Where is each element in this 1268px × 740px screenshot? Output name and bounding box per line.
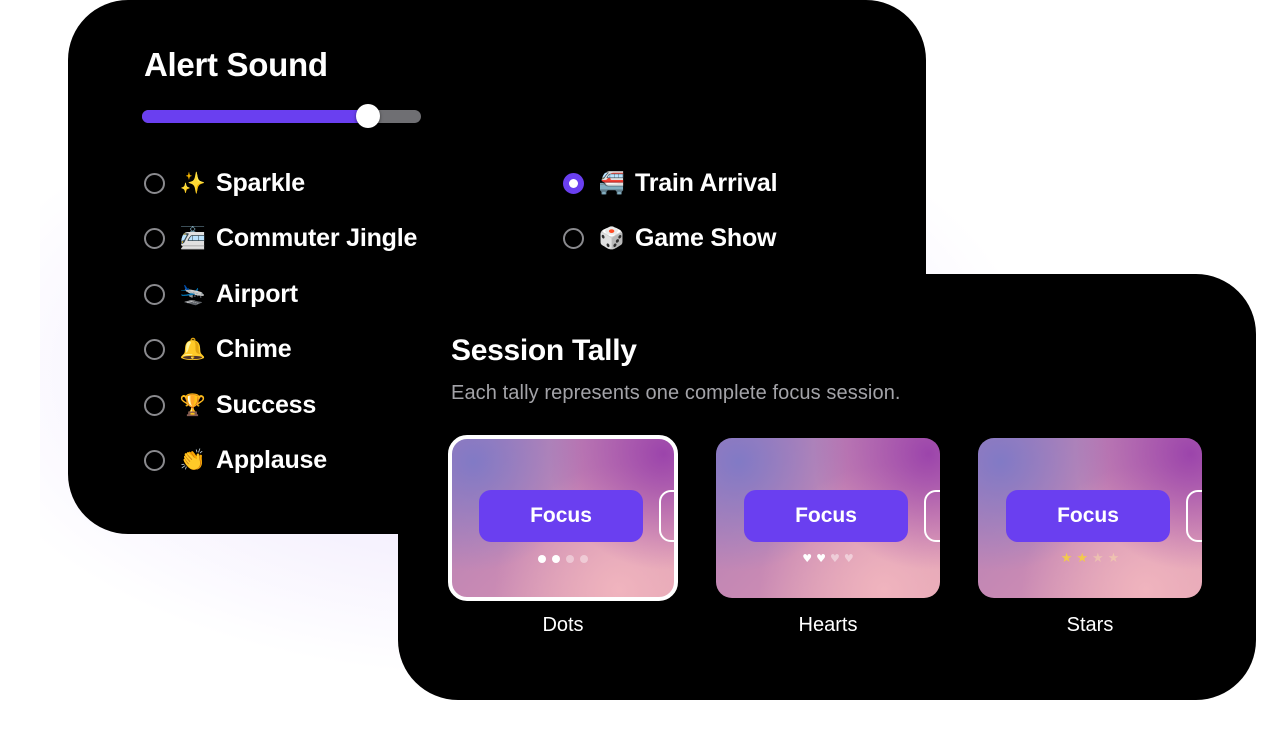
radio-button[interactable] xyxy=(144,338,165,360)
tally-style-label: Hearts xyxy=(798,614,858,636)
star-icon: ★ xyxy=(1107,551,1120,566)
tally-preview: Focus xyxy=(448,435,678,601)
secondary-button-preview xyxy=(659,490,675,542)
tally-marks: ★ ★ ★ ★ xyxy=(978,552,1202,566)
sound-option-label: Game Show xyxy=(635,223,777,252)
star-icon: ★ xyxy=(1060,551,1073,566)
heart-icon: ♥ xyxy=(802,552,813,565)
tally-marks xyxy=(451,552,675,566)
trophy-icon: 🏆 xyxy=(179,392,207,417)
session-tally-subtitle: Each tally represents one complete focus… xyxy=(451,382,901,404)
radio-button[interactable] xyxy=(563,227,584,249)
star-icon: ★ xyxy=(1092,551,1104,566)
die-icon: 🎲 xyxy=(598,225,626,250)
radio-button[interactable] xyxy=(144,394,165,416)
focus-button-preview: Focus xyxy=(479,490,643,542)
volume-slider-thumb[interactable] xyxy=(355,104,380,128)
sound-option-label: Applause xyxy=(216,445,327,474)
radio-button[interactable] xyxy=(144,283,165,305)
secondary-button-preview xyxy=(924,490,940,542)
sound-option-airport[interactable]: 🛬 Airport xyxy=(144,274,298,314)
radio-button[interactable] xyxy=(144,227,165,249)
sound-option-success[interactable]: 🏆 Success xyxy=(144,385,316,425)
volume-slider[interactable] xyxy=(142,104,421,128)
alert-sound-title: Alert Sound xyxy=(144,46,328,83)
sound-option-chime[interactable]: 🔔 Chime xyxy=(144,329,292,369)
tally-style-dots[interactable]: Focus Dots xyxy=(448,435,679,648)
sound-option-label: Train Arrival xyxy=(635,168,778,197)
focus-button-preview: Focus xyxy=(744,490,908,542)
star-icon: ★ xyxy=(1076,551,1088,566)
tally-style-hearts[interactable]: Focus ♥ ♥ ♥ ♥ Hearts xyxy=(716,438,944,648)
volume-slider-fill xyxy=(142,110,368,123)
sound-option-sparkle[interactable]: ✨ Sparkle xyxy=(144,163,305,203)
sound-option-label: Airport xyxy=(216,279,298,308)
tally-style-label: Dots xyxy=(542,614,584,636)
tally-style-stars[interactable]: Focus ★ ★ ★ ★ Stars xyxy=(978,438,1206,648)
sound-option-label: Chime xyxy=(216,334,292,363)
sound-option-label: Success xyxy=(216,390,317,419)
session-tally-card: Session Tally Each tally represents one … xyxy=(398,274,1256,700)
tally-preview: Focus ♥ ♥ ♥ ♥ xyxy=(716,438,940,598)
tally-dot xyxy=(580,555,588,563)
sound-option-applause[interactable]: 👏 Applause xyxy=(144,440,327,480)
tally-preview: Focus ★ ★ ★ ★ xyxy=(978,438,1202,598)
sound-option-label: Sparkle xyxy=(216,168,305,197)
secondary-button-preview xyxy=(1186,490,1202,542)
sound-option-train-arrival[interactable]: 🚝 Train Arrival xyxy=(563,163,778,203)
sparkles-icon: ✨ xyxy=(179,170,207,195)
monorail-icon: 🚝 xyxy=(598,170,626,195)
heart-icon: ♥ xyxy=(830,552,840,565)
focus-button-preview: Focus xyxy=(1006,490,1170,542)
tally-dot xyxy=(538,555,546,563)
sound-option-label: Commuter Jingle xyxy=(216,223,418,252)
bell-icon: 🔔 xyxy=(179,336,207,361)
tally-marks: ♥ ♥ ♥ ♥ xyxy=(716,552,940,566)
session-tally-title: Session Tally xyxy=(451,334,637,367)
radio-button[interactable] xyxy=(144,449,165,471)
airplane-icon: 🛬 xyxy=(179,281,207,306)
heart-icon: ♥ xyxy=(843,552,854,565)
radio-button[interactable] xyxy=(563,172,584,194)
tally-dot xyxy=(566,555,574,563)
train-icon: 🚈 xyxy=(179,225,207,250)
sound-option-game-show[interactable]: 🎲 Game Show xyxy=(563,218,776,258)
clapping-hands-icon: 👏 xyxy=(179,447,207,472)
radio-button[interactable] xyxy=(144,172,165,194)
heart-icon: ♥ xyxy=(816,552,826,565)
sound-option-commuter-jingle[interactable]: 🚈 Commuter Jingle xyxy=(144,218,417,258)
tally-style-label: Stars xyxy=(1066,614,1114,636)
tally-dot xyxy=(552,555,560,563)
